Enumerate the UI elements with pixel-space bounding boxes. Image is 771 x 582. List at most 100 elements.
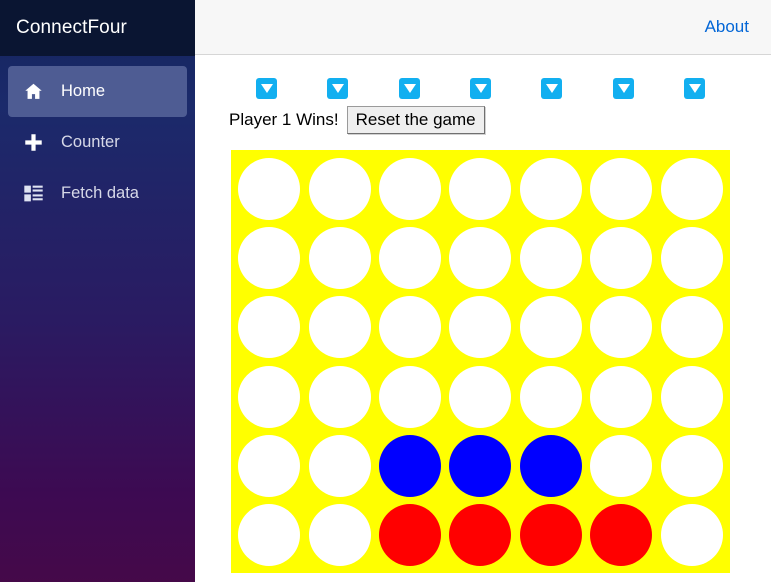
- board-cell-r1-c4[interactable]: [445, 154, 515, 223]
- board-cell-r1-c2[interactable]: [304, 154, 374, 223]
- empty-slot: [519, 296, 582, 359]
- sidebar: ConnectFour Home Counter Fetch data: [0, 0, 195, 582]
- empty-slot: [379, 157, 442, 220]
- board-cell-r6-c5[interactable]: [516, 501, 586, 570]
- board-cell-r1-c7[interactable]: [657, 154, 727, 223]
- plus-icon: [22, 132, 44, 154]
- drop-column-button-1[interactable]: [256, 78, 277, 99]
- empty-slot: [519, 226, 582, 289]
- empty-slot: [660, 226, 723, 289]
- board-cell-r5-c5[interactable]: [516, 431, 586, 500]
- empty-slot: [590, 226, 653, 289]
- main-content: Player 1 Wins! Reset the game: [195, 56, 771, 582]
- blue-disc: [379, 434, 442, 497]
- board-cell-r1-c1[interactable]: [234, 154, 304, 223]
- empty-slot: [379, 365, 442, 428]
- reset-game-button[interactable]: Reset the game: [346, 106, 485, 134]
- board-cell-r3-c2[interactable]: [304, 293, 374, 362]
- board-cell-r2-c1[interactable]: [234, 223, 304, 292]
- board-cell-r5-c7[interactable]: [657, 431, 727, 500]
- board-cell-r4-c1[interactable]: [234, 362, 304, 431]
- empty-slot: [519, 157, 582, 220]
- empty-slot: [238, 504, 301, 567]
- empty-slot: [590, 365, 653, 428]
- top-bar: About: [195, 0, 771, 55]
- empty-slot: [590, 157, 653, 220]
- empty-slot: [238, 157, 301, 220]
- board-cell-r3-c7[interactable]: [657, 293, 727, 362]
- list-icon: [22, 183, 44, 205]
- board-cell-r2-c4[interactable]: [445, 223, 515, 292]
- sidebar-item-counter[interactable]: Counter: [8, 117, 187, 168]
- empty-slot: [590, 296, 653, 359]
- board-cell-r3-c5[interactable]: [516, 293, 586, 362]
- brand-bar: ConnectFour: [0, 0, 195, 56]
- board-cell-r5-c4[interactable]: [445, 431, 515, 500]
- empty-slot: [308, 365, 371, 428]
- board-cell-r5-c3[interactable]: [375, 431, 445, 500]
- caret-down-icon: [617, 84, 630, 93]
- empty-slot: [238, 296, 301, 359]
- caret-down-icon: [474, 84, 487, 93]
- drop-column-button-5[interactable]: [541, 78, 562, 99]
- sidebar-item-label: Fetch data: [61, 184, 139, 202]
- empty-slot: [308, 434, 371, 497]
- sidebar-item-home[interactable]: Home: [8, 66, 187, 117]
- board-cell-r5-c1[interactable]: [234, 431, 304, 500]
- empty-slot: [449, 296, 512, 359]
- drop-column-button-4[interactable]: [470, 78, 491, 99]
- board-cell-r4-c7[interactable]: [657, 362, 727, 431]
- board-cell-r4-c3[interactable]: [375, 362, 445, 431]
- board-cell-r2-c2[interactable]: [304, 223, 374, 292]
- empty-slot: [519, 365, 582, 428]
- home-icon: [22, 81, 44, 103]
- board-cell-r3-c6[interactable]: [586, 293, 656, 362]
- empty-slot: [660, 296, 723, 359]
- board-cell-r6-c6[interactable]: [586, 501, 656, 570]
- board-cell-r4-c4[interactable]: [445, 362, 515, 431]
- sidebar-item-label: Home: [61, 82, 106, 100]
- blue-disc: [449, 434, 512, 497]
- board-cell-r6-c1[interactable]: [234, 501, 304, 570]
- caret-down-icon: [260, 84, 273, 93]
- drop-column-button-3[interactable]: [399, 78, 420, 99]
- empty-slot: [449, 365, 512, 428]
- board-cell-r3-c4[interactable]: [445, 293, 515, 362]
- red-disc: [519, 504, 582, 567]
- caret-down-icon: [688, 84, 701, 93]
- board-cell-r2-c7[interactable]: [657, 223, 727, 292]
- empty-slot: [590, 434, 653, 497]
- red-disc: [449, 504, 512, 567]
- red-disc: [590, 504, 653, 567]
- board-cell-r5-c2[interactable]: [304, 431, 374, 500]
- empty-slot: [308, 296, 371, 359]
- drop-column-button-2[interactable]: [327, 78, 348, 99]
- board-cell-r3-c1[interactable]: [234, 293, 304, 362]
- drop-column-button-6[interactable]: [613, 78, 634, 99]
- board-cell-r2-c5[interactable]: [516, 223, 586, 292]
- drop-column-button-7[interactable]: [684, 78, 705, 99]
- red-disc: [379, 504, 442, 567]
- board-cell-r6-c7[interactable]: [657, 501, 727, 570]
- about-link[interactable]: About: [705, 17, 749, 37]
- sidebar-item-fetch-data[interactable]: Fetch data: [8, 168, 187, 219]
- board-cell-r3-c3[interactable]: [375, 293, 445, 362]
- board-cell-r1-c6[interactable]: [586, 154, 656, 223]
- board-cell-r6-c3[interactable]: [375, 501, 445, 570]
- empty-slot: [660, 365, 723, 428]
- game-status-row: Player 1 Wins! Reset the game: [229, 106, 485, 134]
- board-cell-r1-c5[interactable]: [516, 154, 586, 223]
- board-cell-r4-c2[interactable]: [304, 362, 374, 431]
- board-cell-r5-c6[interactable]: [586, 431, 656, 500]
- board-cell-r6-c2[interactable]: [304, 501, 374, 570]
- empty-slot: [238, 365, 301, 428]
- board-cell-r2-c6[interactable]: [586, 223, 656, 292]
- board-cell-r1-c3[interactable]: [375, 154, 445, 223]
- game-board: [231, 150, 730, 573]
- board-cell-r4-c5[interactable]: [516, 362, 586, 431]
- sidebar-item-label: Counter: [61, 133, 120, 151]
- empty-slot: [238, 226, 301, 289]
- board-cell-r4-c6[interactable]: [586, 362, 656, 431]
- board-cell-r6-c4[interactable]: [445, 501, 515, 570]
- board-cell-r2-c3[interactable]: [375, 223, 445, 292]
